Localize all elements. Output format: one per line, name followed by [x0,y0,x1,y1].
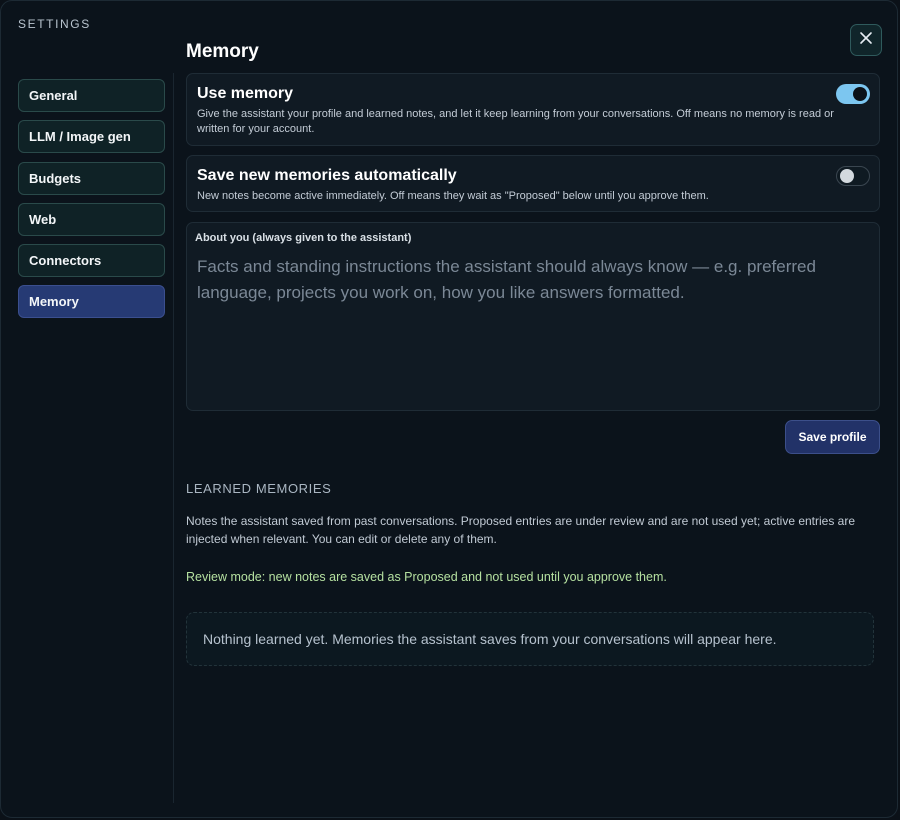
sidebar-item-general[interactable]: General [18,79,165,112]
empty-state-text: Nothing learned yet. Memories the assist… [203,631,777,647]
about-you-placeholder[interactable]: Facts and standing instructions the assi… [197,254,867,306]
use-memory-card: Use memory Give the assistant your profi… [186,73,880,146]
sidebar-item-connectors[interactable]: Connectors [18,244,165,278]
page-title: Memory [186,41,259,62]
sidebar-item-llm-image-gen[interactable]: LLM / Image gen [18,120,165,154]
auto-save-description: New notes become active immediately. Off… [197,190,709,202]
sidebar-item-web[interactable]: Web [18,202,165,236]
sidebar-item-label: Web [29,211,57,227]
learned-memories-description: Notes the assistant saved from past conv… [186,514,856,546]
learned-memories-empty-state: Nothing learned yet. Memories the assist… [186,612,874,666]
settings-title: SETTINGS [18,17,91,31]
auto-save-card: Save new memories automatically New note… [186,155,880,212]
use-memory-description: Give the assistant your profile and lear… [197,108,834,135]
use-memory-title: Use memory [197,85,294,102]
sidebar-item-label: Budgets [29,170,81,186]
sidebar-item-label: General [29,88,78,103]
close-button[interactable] [850,24,882,56]
use-memory-toggle[interactable] [836,84,870,104]
sidebar-item-label: Connectors [29,253,102,269]
settings-modal: SETTINGS General LLM / Image gen Budgets… [0,0,898,818]
auto-save-toggle[interactable] [836,166,870,186]
about-you-field[interactable]: About you (always given to the assistant… [186,222,880,411]
learned-memories-heading: LEARNED MEMORIES [186,481,332,496]
auto-save-title: Save new memories automatically [197,167,457,184]
toggle-knob [840,169,854,183]
about-you-label: About you (always given to the assistant… [195,232,412,244]
save-profile-button[interactable]: Save profile [785,420,880,454]
sidebar-item-budgets[interactable]: Budgets [18,161,165,195]
sidebar-item-label: LLM / Image gen [29,129,131,145]
sidebar-item-label: Memory [29,294,79,310]
settings-sidebar: General LLM / Image gen Budgets Web Conn… [18,79,165,327]
close-icon [859,31,873,50]
review-mode-note: Review mode: new notes are saved as Prop… [186,570,667,584]
sidebar-item-memory[interactable]: Memory [18,285,165,319]
sidebar-divider [173,73,174,803]
toggle-knob [853,87,867,101]
